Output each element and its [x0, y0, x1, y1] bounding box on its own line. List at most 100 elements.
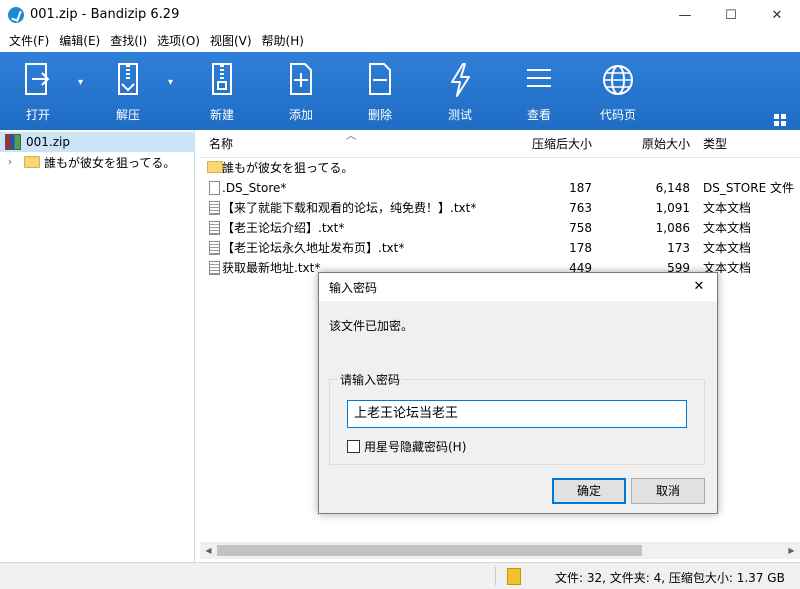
list-item[interactable]: 【老王论坛介绍】.txt* 758 1,086 文本文档 [200, 218, 800, 238]
dialog-title: 输入密码 [329, 281, 378, 295]
file-name: 誰もが彼女を狙ってる。 [222, 161, 354, 175]
archive-status-icon [507, 568, 521, 585]
extract-dropdown-arrow-icon[interactable]: ▾ [168, 77, 173, 88]
scroll-right-icon[interactable]: ▶ [783, 542, 800, 559]
column-type[interactable]: 类型 [703, 130, 727, 158]
delete-label: 删除 [367, 108, 392, 122]
expand-chevron-icon[interactable]: › [8, 157, 12, 168]
status-divider [495, 567, 496, 585]
globe-icon [598, 62, 638, 98]
file-name: 【老王论坛介绍】.txt* [222, 221, 345, 235]
file-name: 【老王论坛永久地址发布页】.txt* [222, 241, 405, 255]
password-input[interactable]: 上老王论坛当老王 [347, 400, 687, 428]
file-name: 获取最新地址.txt* [222, 261, 321, 275]
add-file-icon [281, 62, 321, 98]
compressed-size: 178 [569, 241, 592, 255]
window-title: 001.zip - Bandizip 6.29 [30, 7, 180, 22]
open-dropdown-arrow-icon[interactable]: ▾ [78, 77, 83, 88]
test-label: 测试 [447, 108, 472, 122]
menu-view[interactable]: 视图(V) [205, 30, 257, 52]
menu-bar: 文件(F) 编辑(E) 查找(I) 选项(O) 视图(V) 帮助(H) [0, 30, 800, 52]
tree-root-item[interactable]: 001.zip [0, 132, 195, 152]
hide-password-checkbox[interactable] [347, 439, 360, 453]
compressed-size: 758 [569, 221, 592, 235]
file-type: DS_STORE 文件 [703, 181, 794, 195]
menu-edit[interactable]: 编辑(E) [54, 30, 105, 52]
tree-root-label: 001.zip [26, 135, 70, 149]
encrypted-message: 该文件已加密。 [329, 319, 414, 333]
blank-file-icon [209, 181, 220, 195]
hide-password-label: 用星号隐藏密码(H) [364, 439, 467, 454]
codepage-label: 代码页 [599, 108, 636, 122]
file-type: 文本文档 [703, 241, 752, 255]
tree-folder-item[interactable]: › 誰もが彼女を狙ってる。 [0, 152, 195, 172]
new-archive-button[interactable]: 新建 [198, 52, 246, 130]
scroll-left-icon[interactable]: ◀ [200, 542, 217, 559]
dialog-title-bar: 输入密码 ✕ [319, 273, 717, 301]
text-file-icon [209, 261, 220, 275]
new-label: 新建 [209, 108, 234, 122]
lightning-test-icon [440, 62, 480, 98]
file-type: 文本文档 [703, 201, 752, 215]
hide-password-option[interactable]: 用星号隐藏密码(H) [347, 438, 466, 454]
original-size: 1,091 [655, 201, 690, 215]
menu-help[interactable]: 帮助(H) [257, 30, 309, 52]
horizontal-scrollbar[interactable]: ◀ ▶ [200, 542, 800, 559]
toolbar: 打开 ▾ 解压 ▾ 新建 添加 删除 测试 查看 代码页 [0, 52, 800, 130]
scroll-thumb[interactable] [217, 545, 642, 556]
folder-tree: 001.zip › 誰もが彼女を狙ってる。 [0, 130, 195, 562]
folder-icon [207, 161, 223, 173]
original-size: 6,148 [655, 181, 690, 195]
tree-folder-label: 誰もが彼女を狙ってる。 [44, 155, 176, 170]
status-bar: 文件: 32, 文件夹: 4, 压缩包大小: 1.37 GB [0, 562, 800, 589]
delete-button[interactable]: 删除 [356, 52, 404, 130]
close-window-button[interactable]: ✕ [754, 0, 800, 30]
menu-file[interactable]: 文件(F) [4, 30, 54, 52]
text-file-icon [209, 201, 220, 215]
password-group-label: 请输入密码 [338, 371, 403, 388]
ok-button[interactable]: 确定 [552, 478, 626, 504]
original-size: 173 [667, 241, 690, 255]
layout-grid-icon[interactable] [774, 114, 786, 126]
add-label: 添加 [288, 108, 313, 122]
file-type: 文本文档 [703, 221, 752, 235]
column-compressed-size[interactable]: 压缩后大小 [530, 130, 592, 158]
view-label: 查看 [526, 108, 551, 122]
maximize-button[interactable]: ☐ [708, 0, 754, 30]
sort-up-icon: ︿ [346, 131, 356, 142]
compressed-size: 187 [569, 181, 592, 195]
title-bar: 001.zip - Bandizip 6.29 — ☐ ✕ [0, 0, 800, 30]
text-file-icon [209, 221, 220, 235]
file-name: .DS_Store* [222, 181, 287, 195]
compressed-size: 763 [569, 201, 592, 215]
text-file-icon [209, 241, 220, 255]
password-dialog: 输入密码 ✕ 该文件已加密。 请输入密码 上老王论坛当老王 用星号隐藏密码(H)… [318, 272, 718, 514]
dialog-close-button[interactable]: ✕ [689, 277, 709, 297]
add-button[interactable]: 添加 [277, 52, 325, 130]
list-item[interactable]: .DS_Store* 187 6,148 DS_STORE 文件 [200, 178, 800, 198]
column-name[interactable]: 名称 [209, 130, 233, 158]
open-button[interactable]: 打开 [14, 52, 62, 130]
minimize-button[interactable]: — [662, 0, 708, 30]
menu-options[interactable]: 选项(O) [152, 30, 205, 52]
open-archive-icon [18, 62, 58, 98]
list-item[interactable]: 誰もが彼女を狙ってる。 [200, 158, 800, 178]
test-button[interactable]: 测试 [436, 52, 484, 130]
folder-icon [24, 156, 40, 168]
bandizip-app-icon [8, 7, 24, 23]
cancel-button[interactable]: 取消 [631, 478, 705, 504]
list-item[interactable]: 【来了就能下载和观看的论坛，纯免费！】.txt* 763 1,091 文本文档 [200, 198, 800, 218]
column-original-size[interactable]: 原始大小 [630, 130, 690, 158]
archive-icon [5, 134, 21, 150]
file-name: 【来了就能下载和观看的论坛，纯免费！】.txt* [222, 201, 477, 215]
codepage-button[interactable]: 代码页 [594, 52, 642, 130]
list-header: 名称 ︿ 压缩后大小 原始大小 类型 [200, 130, 800, 158]
extract-zip-icon [108, 62, 148, 98]
password-group: 请输入密码 上老王论坛当老王 用星号隐藏密码(H) [329, 371, 705, 465]
list-item[interactable]: 【老王论坛永久地址发布页】.txt* 178 173 文本文档 [200, 238, 800, 258]
menu-find[interactable]: 查找(I) [105, 30, 152, 52]
original-size: 1,086 [655, 221, 690, 235]
view-button[interactable]: 查看 [515, 52, 563, 130]
status-text: 文件: 32, 文件夹: 4, 压缩包大小: 1.37 GB [555, 571, 785, 585]
extract-button[interactable]: 解压 [104, 52, 152, 130]
